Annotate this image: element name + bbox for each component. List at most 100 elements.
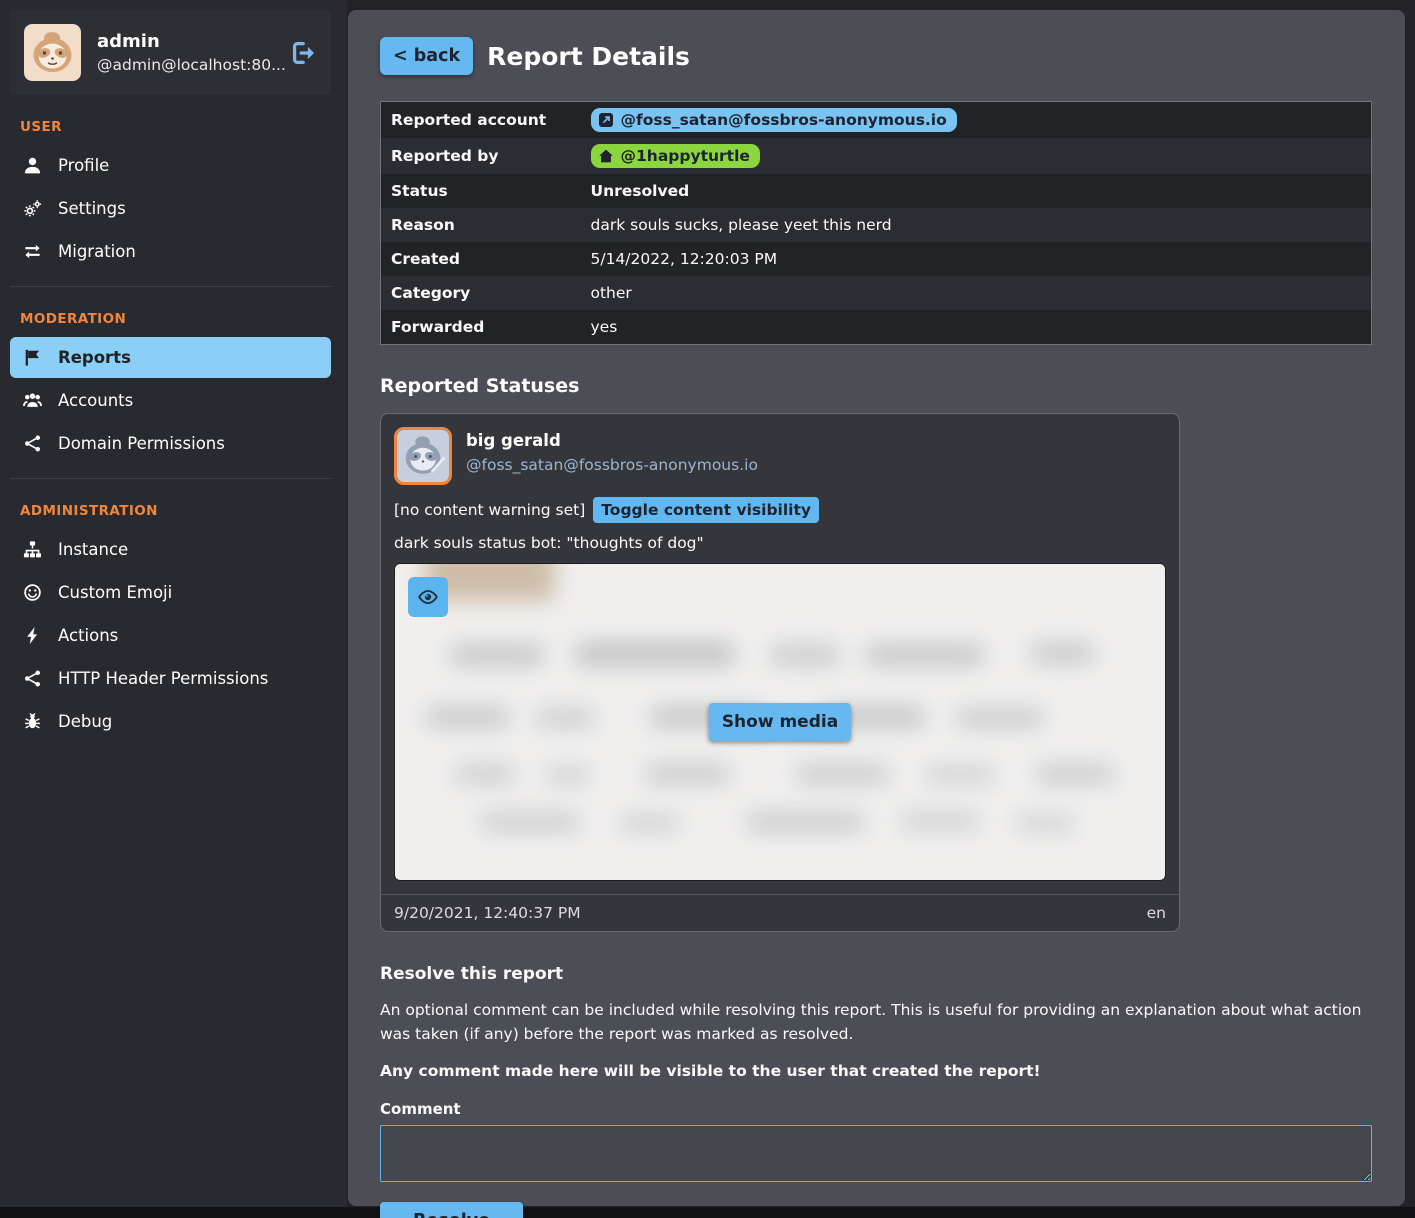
sidebar-item-label: Reports — [58, 348, 131, 367]
resolve-description: An optional comment can be included whil… — [380, 998, 1370, 1046]
sidebar-item-debug[interactable]: Debug — [10, 701, 331, 742]
row-value: other — [581, 276, 1372, 310]
bolt-icon — [23, 626, 42, 645]
row-label: Reason — [381, 208, 581, 242]
user-icon — [23, 156, 42, 175]
comment-textarea[interactable] — [380, 1125, 1372, 1182]
comment-label: Comment — [380, 1100, 1373, 1118]
user-display-name: admin — [97, 31, 275, 52]
sidebar-item-domain-permissions[interactable]: Domain Permissions — [10, 423, 331, 464]
report-info-table: Reported account @foss_satan@fossbros-an… — [380, 101, 1372, 345]
users-icon — [23, 391, 42, 410]
smiley-icon — [23, 583, 42, 602]
resolve-heading: Resolve this report — [380, 964, 1373, 984]
share-nodes-icon — [23, 669, 42, 688]
status-card: big gerald @foss_satan@fossbros-anonymou… — [380, 413, 1180, 932]
row-value: Unresolved — [581, 174, 1372, 208]
row-value: dark souls sucks, please yeet this nerd — [581, 208, 1372, 242]
sidebar-item-http-header-permissions[interactable]: HTTP Header Permissions — [10, 658, 331, 699]
back-button[interactable]: < back — [380, 37, 473, 75]
status-footer: 9/20/2021, 12:40:37 PM en — [381, 894, 1179, 931]
panel-header: < back Report Details — [380, 37, 1373, 75]
sidebar-item-label: Debug — [58, 712, 112, 731]
table-row: Category other — [381, 276, 1372, 310]
media-visibility-eye-button[interactable] — [408, 577, 448, 617]
resolve-button[interactable]: Resolve — [380, 1202, 523, 1218]
flag-icon — [23, 348, 42, 367]
table-row: Created 5/14/2022, 12:20:03 PM — [381, 242, 1372, 276]
status-avatar[interactable] — [394, 427, 452, 485]
reported-by-badge[interactable]: @1happyturtle — [591, 144, 760, 168]
toggle-content-visibility-button[interactable]: Toggle content visibility — [593, 497, 819, 523]
badge-label: @foss_satan@fossbros-anonymous.io — [621, 111, 947, 129]
show-media-button[interactable]: Show media — [709, 703, 851, 741]
user-meta: admin @admin@localhost:80... — [97, 31, 275, 74]
home-icon — [598, 148, 614, 164]
gears-icon — [23, 199, 42, 218]
resolve-warning: Any comment made here will be visible to… — [380, 1062, 1373, 1080]
reported-account-badge[interactable]: @foss_satan@fossbros-anonymous.io — [591, 108, 957, 132]
sidebar-item-instance[interactable]: Instance — [10, 529, 331, 570]
status-avatar-image — [397, 430, 449, 482]
status-names: big gerald @foss_satan@fossbros-anonymou… — [466, 427, 758, 474]
status-handle[interactable]: @foss_satan@fossbros-anonymous.io — [466, 456, 758, 474]
nav-section-user: USER — [20, 119, 321, 135]
table-row: Reported account @foss_satan@fossbros-an… — [381, 102, 1372, 139]
sidebar-item-label: Actions — [58, 626, 118, 645]
sidebar-item-profile[interactable]: Profile — [10, 145, 331, 186]
user-card[interactable]: admin @admin@localhost:80... — [10, 10, 331, 95]
main-column: < back Report Details Reported account — [347, 0, 1415, 1207]
content-warning-row: [no content warning set] Toggle content … — [381, 493, 1179, 525]
row-value: yes — [581, 310, 1372, 344]
status-header: big gerald @foss_satan@fossbros-anonymou… — [381, 414, 1179, 493]
row-label: Reported account — [381, 102, 581, 139]
sign-out-icon[interactable] — [291, 40, 317, 66]
sidebar-item-label: Domain Permissions — [58, 434, 225, 453]
user-handle: @admin@localhost:80... — [97, 56, 275, 74]
page: admin @admin@localhost:80... USER Profil… — [0, 0, 1415, 1207]
table-row: Reason dark souls sucks, please yeet thi… — [381, 208, 1372, 242]
content-warning-text: [no content warning set] — [394, 501, 585, 519]
sitemap-icon — [23, 540, 42, 559]
badge-label: @1happyturtle — [621, 147, 750, 165]
sidebar-item-label: Custom Emoji — [58, 583, 172, 602]
status-display-name: big gerald — [466, 431, 758, 450]
row-label: Reported by — [381, 138, 581, 174]
external-link-icon — [598, 112, 614, 128]
sidebar: admin @admin@localhost:80... USER Profil… — [0, 0, 347, 1207]
page-title: Report Details — [487, 42, 690, 71]
table-row: Status Unresolved — [381, 174, 1372, 208]
sidebar-item-reports[interactable]: Reports — [10, 337, 331, 378]
row-label: Created — [381, 242, 581, 276]
nav-divider — [10, 478, 331, 479]
sidebar-item-label: Migration — [58, 242, 136, 261]
bug-icon — [23, 712, 42, 731]
sidebar-item-migration[interactable]: Migration — [10, 231, 331, 272]
nav-section-administration: ADMINISTRATION — [20, 503, 321, 519]
status-language-tag: en — [1147, 904, 1166, 922]
sidebar-item-accounts[interactable]: Accounts — [10, 380, 331, 421]
sidebar-item-label: Profile — [58, 156, 109, 175]
sidebar-item-label: Instance — [58, 540, 128, 559]
user-avatar — [24, 24, 81, 81]
sidebar-item-settings[interactable]: Settings — [10, 188, 331, 229]
table-row: Forwarded yes — [381, 310, 1372, 344]
nav-section-moderation: MODERATION — [20, 311, 321, 327]
report-details-panel: < back Report Details Reported account — [348, 10, 1405, 1206]
status-content: dark souls status bot: "thoughts of dog" — [381, 525, 1179, 554]
table-row: Reported by @1happyturtle — [381, 138, 1372, 174]
reported-statuses-heading: Reported Statuses — [380, 375, 1373, 397]
share-nodes-icon — [23, 434, 42, 453]
sidebar-item-label: HTTP Header Permissions — [58, 669, 268, 688]
row-label: Forwarded — [381, 310, 581, 344]
nav-divider — [10, 286, 331, 287]
row-label: Status — [381, 174, 581, 208]
status-timestamp: 9/20/2021, 12:40:37 PM — [394, 904, 581, 922]
blurred-media-attachment[interactable]: Show media — [394, 563, 1166, 881]
sidebar-item-label: Accounts — [58, 391, 133, 410]
eye-icon — [417, 586, 439, 608]
row-value: 5/14/2022, 12:20:03 PM — [581, 242, 1372, 276]
sidebar-item-label: Settings — [58, 199, 126, 218]
sidebar-item-actions[interactable]: Actions — [10, 615, 331, 656]
sidebar-item-custom-emoji[interactable]: Custom Emoji — [10, 572, 331, 613]
